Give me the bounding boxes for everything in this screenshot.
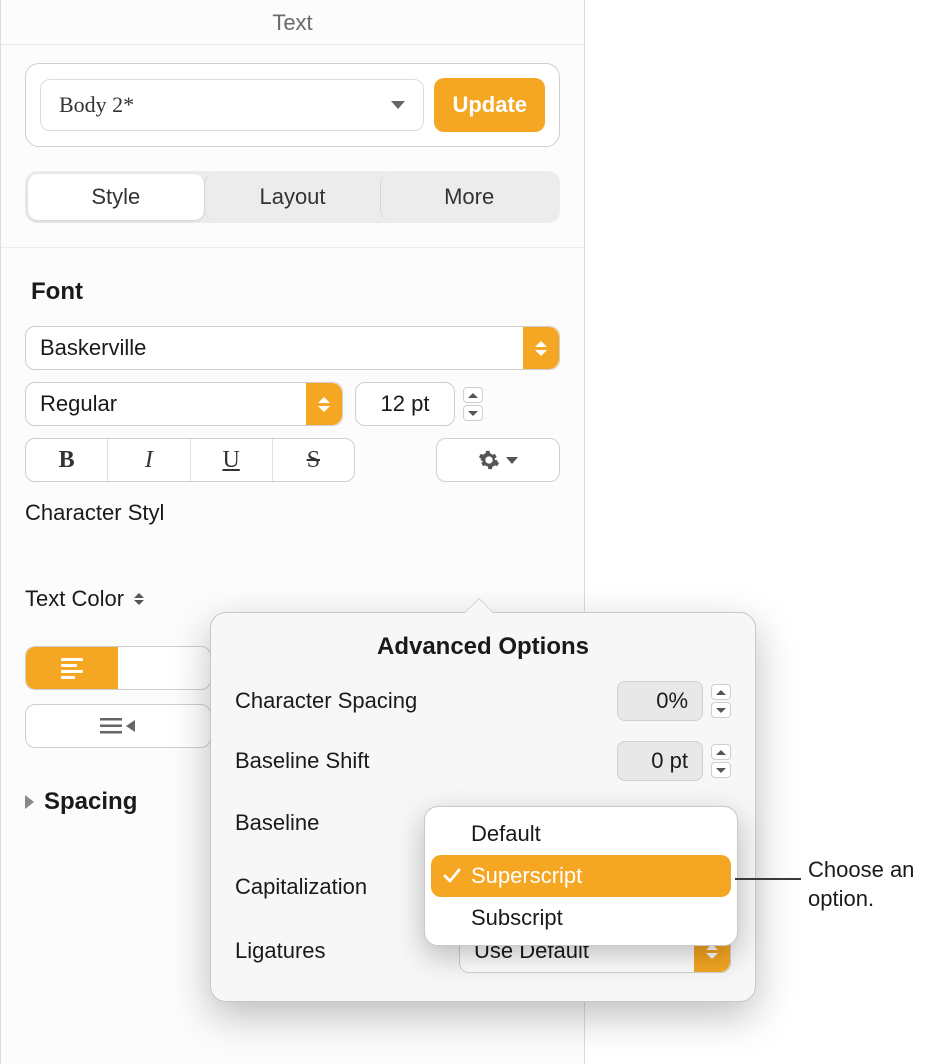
menu-item-label: Superscript	[471, 863, 582, 889]
menu-item-label: Subscript	[471, 905, 563, 931]
strikethrough-button[interactable]: S	[272, 439, 354, 481]
list-icon	[100, 717, 122, 735]
baseline-shift-value: 0 pt	[651, 748, 688, 773]
font-family-select[interactable]: Baskerville	[25, 326, 560, 370]
character-spacing-input[interactable]: 0%	[617, 681, 703, 721]
italic-button[interactable]: I	[107, 439, 189, 481]
text-color-stepper[interactable]	[134, 593, 144, 605]
chevron-down-icon	[506, 457, 518, 464]
bold-button[interactable]: B	[26, 439, 107, 481]
updown-arrows-icon	[523, 327, 559, 369]
tab-style[interactable]: Style	[28, 174, 204, 220]
paragraph-style-container: Body 2* Update	[25, 63, 560, 147]
gear-icon	[478, 449, 500, 471]
menu-item-label: Default	[471, 821, 541, 847]
update-button[interactable]: Update	[434, 78, 545, 132]
paragraph-style-value: Body 2*	[59, 92, 134, 118]
chevron-down-icon	[391, 101, 405, 109]
stepper-up-icon[interactable]	[463, 387, 483, 403]
character-style-label: Character Styl	[25, 500, 560, 526]
font-family-value: Baskerville	[26, 335, 523, 361]
baseline-shift-label: Baseline Shift	[235, 748, 370, 774]
advanced-options-button[interactable]	[436, 438, 560, 482]
disclosure-triangle-icon[interactable]	[25, 795, 34, 809]
baseline-option-subscript[interactable]: Subscript	[431, 897, 731, 939]
popover-title: Advanced Options	[235, 633, 731, 661]
panel-title: Text	[1, 0, 584, 45]
align-left-icon	[61, 658, 83, 679]
annotation-text: Choose an option.	[808, 856, 938, 913]
text-color-label: Text Color	[25, 586, 124, 612]
baseline-menu: Default Superscript Subscript	[424, 806, 738, 946]
capitalization-label: Capitalization	[235, 874, 367, 900]
character-spacing-label: Character Spacing	[235, 688, 417, 714]
triangle-left-icon	[126, 720, 136, 732]
paragraph-style-select[interactable]: Body 2*	[40, 79, 424, 131]
align-center-button[interactable]	[118, 647, 210, 689]
align-left-button[interactable]	[26, 647, 118, 689]
font-weight-select[interactable]: Regular	[25, 382, 343, 426]
tab-more[interactable]: More	[380, 174, 557, 220]
font-size-stepper[interactable]	[463, 387, 483, 421]
updown-arrows-icon	[306, 383, 342, 425]
annotation-leader-line	[735, 878, 801, 880]
ligatures-label: Ligatures	[235, 938, 326, 964]
baseline-option-default[interactable]: Default	[431, 813, 731, 855]
list-indent-button[interactable]	[25, 704, 211, 748]
font-style-group: B I U S	[25, 438, 355, 482]
tab-layout[interactable]: Layout	[204, 174, 381, 220]
alignment-segmented	[25, 646, 211, 690]
stepper-down-icon[interactable]	[463, 405, 483, 421]
font-size-value: 12 pt	[381, 391, 430, 417]
font-weight-value: Regular	[26, 391, 306, 417]
baseline-shift-input[interactable]: 0 pt	[617, 741, 703, 781]
character-spacing-stepper[interactable]	[711, 684, 731, 718]
character-spacing-value: 0%	[656, 688, 688, 713]
text-tabs: Style Layout More	[25, 171, 560, 223]
baseline-option-superscript[interactable]: Superscript	[431, 855, 731, 897]
font-size-input[interactable]: 12 pt	[355, 382, 455, 426]
baseline-shift-stepper[interactable]	[711, 744, 731, 778]
check-icon	[443, 867, 461, 885]
font-section-label: Font	[31, 278, 560, 306]
baseline-label: Baseline	[235, 810, 319, 836]
underline-button[interactable]: U	[190, 439, 272, 481]
spacing-label: Spacing	[44, 788, 137, 816]
